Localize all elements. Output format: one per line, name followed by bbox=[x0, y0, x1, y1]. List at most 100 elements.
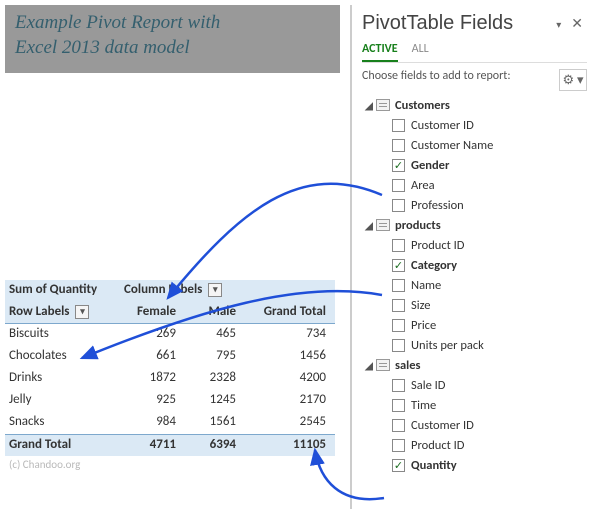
cell-value: 1245 bbox=[180, 390, 240, 412]
row-label: Chocolates bbox=[5, 346, 120, 368]
table-node[interactable]: ◢ products bbox=[362, 215, 587, 235]
cell-value: 925 bbox=[120, 390, 180, 412]
table-name: products bbox=[395, 218, 441, 233]
field-label: Product ID bbox=[411, 238, 464, 253]
cell-value: 2328 bbox=[180, 368, 240, 390]
table-node[interactable]: ◢ sales bbox=[362, 355, 587, 375]
table-icon bbox=[376, 99, 390, 111]
field-item[interactable]: Name bbox=[362, 275, 587, 295]
row-label: Jelly bbox=[5, 390, 120, 412]
cell-value: 465 bbox=[180, 324, 240, 346]
col-male: Male bbox=[180, 302, 240, 323]
row-label: Snacks bbox=[5, 412, 120, 434]
field-label: Units per pack bbox=[411, 338, 484, 353]
field-label: Customer ID bbox=[411, 418, 474, 433]
field-label: Profession bbox=[411, 198, 464, 213]
checkbox[interactable] bbox=[392, 119, 405, 132]
table-row: Biscuits269465734 bbox=[5, 324, 335, 346]
checkbox[interactable] bbox=[392, 419, 405, 432]
grand-total-row: Grand Total 4711 6394 11105 bbox=[5, 434, 335, 456]
pane-tabs: ACTIVE ALL bbox=[362, 42, 587, 63]
field-item[interactable]: Product ID bbox=[362, 235, 587, 255]
table-name: sales bbox=[395, 358, 421, 373]
checkbox[interactable] bbox=[392, 179, 405, 192]
cell-value: 795 bbox=[180, 346, 240, 368]
checkbox[interactable] bbox=[392, 439, 405, 452]
field-label: Customer Name bbox=[411, 138, 493, 153]
table-node[interactable]: ◢ Customers bbox=[362, 95, 587, 115]
checkbox[interactable] bbox=[392, 239, 405, 252]
cell-value: 1872 bbox=[120, 368, 180, 390]
field-item[interactable]: Gender bbox=[362, 155, 587, 175]
field-item[interactable]: Area bbox=[362, 175, 587, 195]
gear-icon[interactable]: ⚙ ▾ bbox=[559, 69, 587, 91]
col-female: Female bbox=[120, 302, 180, 323]
tab-all[interactable]: ALL bbox=[412, 42, 429, 62]
pane-title: PivotTable Fields bbox=[362, 12, 513, 35]
row-labels-header: Row Labels ▾ bbox=[5, 302, 120, 323]
pivottable-fields-pane: PivotTable Fields ✕ ACTIVE ALL Choose fi… bbox=[350, 5, 595, 509]
cell-value: 4200 bbox=[240, 368, 330, 390]
row-label: Biscuits bbox=[5, 324, 120, 346]
field-item[interactable]: Category bbox=[362, 255, 587, 275]
row-labels-dropdown[interactable]: ▾ bbox=[75, 305, 89, 319]
checkbox[interactable] bbox=[392, 319, 405, 332]
field-item[interactable]: Sale ID bbox=[362, 375, 587, 395]
checkbox[interactable] bbox=[392, 379, 405, 392]
field-label: Price bbox=[411, 318, 436, 333]
table-row: Chocolates6617951456 bbox=[5, 346, 335, 368]
field-label: Customer ID bbox=[411, 118, 474, 133]
collapse-icon[interactable]: ◢ bbox=[364, 219, 374, 232]
field-item[interactable]: Customer Name bbox=[362, 135, 587, 155]
cell-value: 734 bbox=[240, 324, 330, 346]
field-item[interactable]: Price bbox=[362, 315, 587, 335]
title-line2: Excel 2013 data model bbox=[15, 36, 330, 61]
cell-value: 269 bbox=[120, 324, 180, 346]
checkbox[interactable] bbox=[392, 259, 405, 272]
collapse-icon[interactable]: ◢ bbox=[364, 359, 374, 372]
checkbox[interactable] bbox=[392, 459, 405, 472]
cell-value: 984 bbox=[120, 412, 180, 434]
field-item[interactable]: Size bbox=[362, 295, 587, 315]
table-row: Jelly92512452170 bbox=[5, 390, 335, 412]
measure-label: Sum of Quantity bbox=[5, 280, 120, 302]
column-labels-header: Column Labels ▾ bbox=[120, 280, 335, 302]
table-row: Drinks187223284200 bbox=[5, 368, 335, 390]
field-tree: ◢ Customers Customer ID Customer Name Gender… bbox=[362, 95, 587, 475]
field-item[interactable]: Time bbox=[362, 395, 587, 415]
pivot-table: Sum of Quantity Column Labels ▾ Row Labe… bbox=[5, 280, 335, 473]
table-icon bbox=[376, 219, 390, 231]
field-item[interactable]: Profession bbox=[362, 195, 587, 215]
col-grand-total: Grand Total bbox=[240, 302, 330, 323]
checkbox[interactable] bbox=[392, 279, 405, 292]
field-label: Category bbox=[411, 258, 457, 273]
field-item[interactable]: Customer ID bbox=[362, 115, 587, 135]
checkbox[interactable] bbox=[392, 199, 405, 212]
table-name: Customers bbox=[395, 98, 450, 113]
field-label: Gender bbox=[411, 158, 449, 173]
tab-active[interactable]: ACTIVE bbox=[362, 42, 398, 62]
field-label: Quantity bbox=[411, 458, 457, 473]
checkbox[interactable] bbox=[392, 399, 405, 412]
field-label: Product ID bbox=[411, 438, 464, 453]
row-label: Drinks bbox=[5, 368, 120, 390]
field-item[interactable]: Customer ID bbox=[362, 415, 587, 435]
example-title: Example Pivot Report with Excel 2013 dat… bbox=[5, 5, 340, 73]
checkbox[interactable] bbox=[392, 339, 405, 352]
pane-prompt: Choose fields to add to report: bbox=[362, 69, 522, 83]
field-label: Time bbox=[411, 398, 436, 413]
title-line1: Example Pivot Report with bbox=[15, 11, 330, 36]
checkbox[interactable] bbox=[392, 299, 405, 312]
field-item[interactable]: Quantity bbox=[362, 455, 587, 475]
column-labels-dropdown[interactable]: ▾ bbox=[208, 283, 222, 297]
collapse-icon[interactable]: ◢ bbox=[364, 99, 374, 112]
table-row: Snacks98415612545 bbox=[5, 412, 335, 434]
cell-value: 1456 bbox=[240, 346, 330, 368]
table-icon bbox=[376, 359, 390, 371]
checkbox[interactable] bbox=[392, 139, 405, 152]
checkbox[interactable] bbox=[392, 159, 405, 172]
close-icon[interactable]: ✕ bbox=[552, 11, 587, 36]
field-label: Name bbox=[411, 278, 441, 293]
field-item[interactable]: Units per pack bbox=[362, 335, 587, 355]
field-item[interactable]: Product ID bbox=[362, 435, 587, 455]
